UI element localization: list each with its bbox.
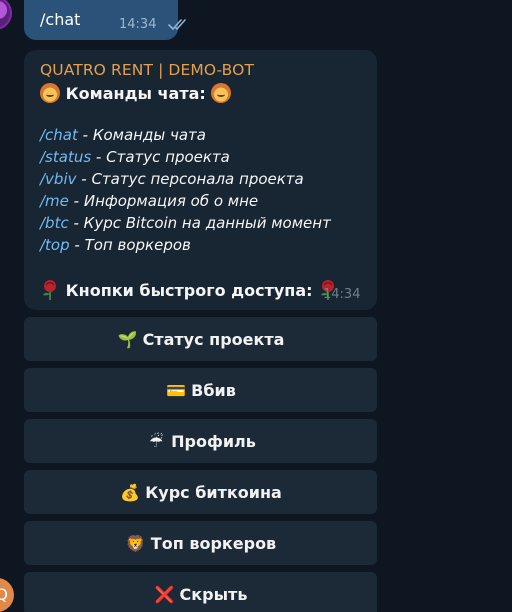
profile-button-label: Профиль: [171, 431, 256, 451]
money-bag-icon: 💰: [120, 482, 141, 502]
card-icon: 💳: [166, 380, 187, 400]
command-link[interactable]: /top: [40, 236, 70, 254]
lion-icon: 🦁: [125, 533, 146, 553]
bot-avatar[interactable]: Q: [0, 578, 14, 612]
status-project-button-label: Статус проекта: [142, 329, 285, 349]
bot-message[interactable]: QUATRO RENT | DEMO-BOT Команды чата: /ch…: [24, 50, 377, 310]
outgoing-message[interactable]: /chat 14:34: [24, 0, 186, 40]
command-description: - Курс Bitcoin на данный момент: [68, 214, 331, 232]
command-row: /chat - Команды чата: [40, 126, 331, 148]
umbrella-icon: ☔: [148, 431, 164, 451]
command-row: /me - Информация об о мне: [40, 192, 331, 214]
command-link[interactable]: /me: [40, 192, 69, 210]
chat-area: /chat 14:34 QUATRO RENT | DEMO-BOT Коман…: [0, 0, 512, 612]
command-row: /vbiv - Статус персонала проекта: [40, 170, 331, 192]
command-description: - Информация об о мне: [68, 192, 259, 210]
quick-access-text: Кнопки быстрого доступа:: [65, 281, 313, 300]
rose-icon: [43, 280, 56, 300]
command-row: /top - Топ воркеров: [40, 236, 331, 258]
command-description: - Статус персонала проекта: [76, 170, 304, 188]
hide-button[interactable]: ❌ Скрыть: [24, 572, 377, 612]
seedling-icon: 🌱: [117, 329, 138, 349]
command-link[interactable]: /chat: [40, 126, 78, 144]
command-description: - Статус проекта: [91, 148, 230, 166]
lion-icon: [211, 83, 232, 103]
command-description: - Команды чата: [77, 126, 206, 144]
commands-heading: Команды чата:: [40, 83, 232, 103]
bitcoin-rate-button[interactable]: 💰 Курс биткоина: [24, 470, 377, 514]
top-workers-button[interactable]: 🦁 Топ воркеров: [24, 521, 377, 565]
status-project-button[interactable]: 🌱 Статус проекта: [24, 317, 377, 361]
outgoing-message-text: /chat: [40, 10, 81, 29]
bitcoin-rate-button-label: Курс биткоина: [145, 482, 282, 502]
outgoing-message-time: 14:34: [119, 17, 157, 32]
sender-name[interactable]: QUATRO RENT | DEMO-BOT: [40, 61, 254, 79]
vbiv-button[interactable]: 💳 Вбив: [24, 368, 377, 412]
command-link[interactable]: /vbiv: [40, 170, 77, 188]
command-description: - Топ воркеров: [69, 236, 191, 254]
profile-button[interactable]: ☔ Профиль: [24, 419, 377, 463]
command-list: /chat - Команды чата /status - Статус пр…: [40, 126, 331, 258]
top-workers-button-label: Топ воркеров: [150, 533, 277, 553]
vbiv-button-label: Вбив: [191, 380, 236, 400]
cross-icon: ❌: [154, 584, 175, 604]
command-link[interactable]: /status: [40, 148, 91, 166]
command-link[interactable]: /btc: [40, 214, 69, 232]
command-row: /btc - Курс Bitcoin на данный момент: [40, 214, 331, 236]
quick-access-label: Кнопки быстрого доступа:: [40, 279, 338, 301]
bot-message-time: 14:34: [323, 287, 361, 302]
commands-heading-text: Команды чата:: [65, 84, 206, 103]
double-check-icon: [168, 19, 186, 30]
command-row: /status - Статус проекта: [40, 148, 331, 170]
user-avatar[interactable]: [0, 0, 12, 30]
lion-icon: [40, 83, 60, 103]
hide-button-label: Скрыть: [179, 584, 248, 604]
